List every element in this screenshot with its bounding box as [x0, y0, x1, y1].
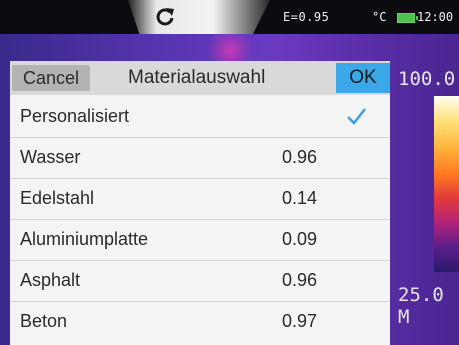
- scale-mode-label: M: [398, 306, 410, 328]
- material-name: Asphalt: [20, 270, 81, 290]
- material-item-asphalt[interactable]: Asphalt 0.96: [10, 261, 390, 302]
- emissivity-readout: E=0.95: [283, 10, 330, 24]
- color-palette-bar: [434, 96, 459, 272]
- material-name: Personalisiert: [20, 106, 130, 126]
- dialog-title: Materialauswahl: [128, 67, 266, 88]
- material-list: Personalisiert Wasser 0.96 Edelstahl 0.1…: [10, 97, 390, 342]
- temperature-unit: °C: [372, 10, 387, 24]
- material-item-aluminiumplatte[interactable]: Aluminiumplatte 0.09: [10, 220, 390, 261]
- status-bar-highlight: [128, 0, 270, 34]
- material-selection-dialog: Cancel Materialauswahl OK Personalisiert…: [10, 61, 390, 345]
- ok-button[interactable]: OK: [336, 63, 390, 93]
- material-name: Beton: [20, 311, 68, 331]
- material-emissivity: 0.14: [282, 188, 318, 208]
- material-emissivity: 0.96: [282, 270, 318, 290]
- material-emissivity: 0.09: [282, 229, 318, 249]
- status-bar: E=0.95 °C 12:00: [0, 0, 459, 34]
- material-item-edelstahl[interactable]: Edelstahl 0.14: [10, 179, 390, 220]
- check-icon: [347, 108, 366, 125]
- material-name: Aluminiumplatte: [20, 229, 149, 249]
- material-item-beton[interactable]: Beton 0.97: [10, 302, 390, 342]
- material-item-personalisiert[interactable]: Personalisiert: [10, 97, 390, 138]
- rotate-icon[interactable]: [154, 6, 176, 28]
- material-name: Wasser: [20, 147, 81, 167]
- scale-min-temperature: 25.0: [398, 284, 444, 306]
- dialog-header: Cancel Materialauswahl OK: [10, 61, 390, 95]
- battery-icon: [397, 13, 418, 23]
- material-emissivity: 0.96: [282, 147, 318, 167]
- material-emissivity: 0.97: [282, 311, 318, 331]
- scale-max-temperature: 100.0: [398, 68, 456, 90]
- material-name: Edelstahl: [20, 188, 95, 208]
- cancel-button[interactable]: Cancel: [12, 65, 90, 91]
- clock: 12:00: [417, 10, 454, 24]
- material-item-wasser[interactable]: Wasser 0.96: [10, 138, 390, 179]
